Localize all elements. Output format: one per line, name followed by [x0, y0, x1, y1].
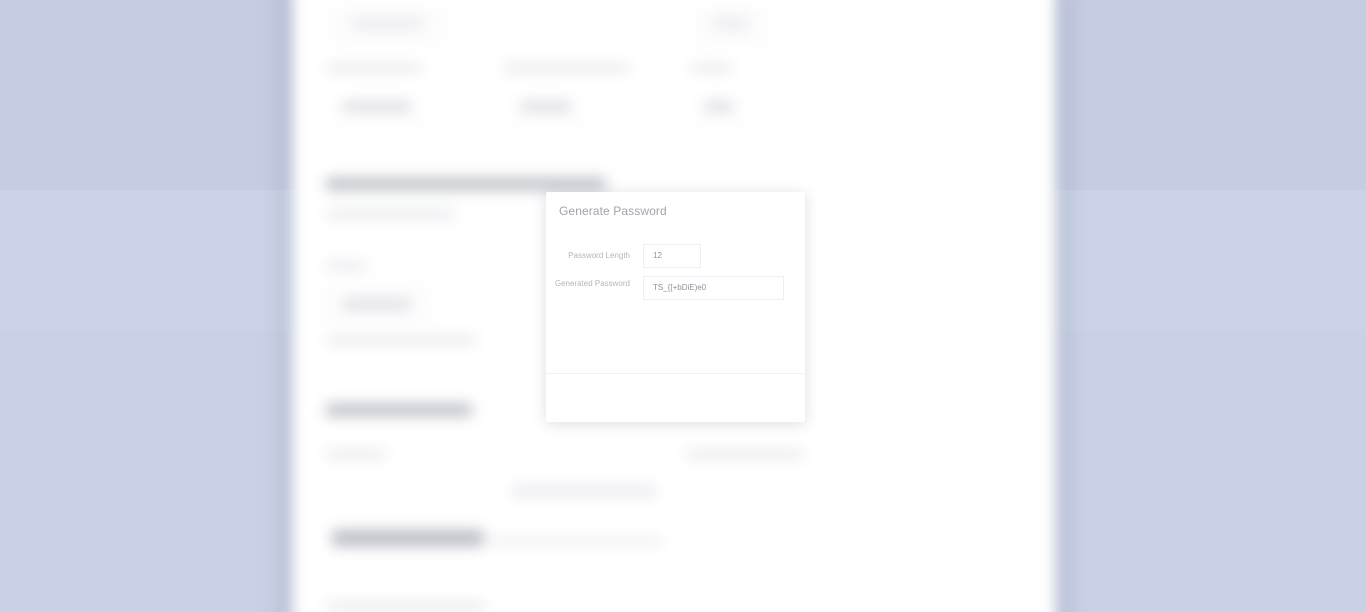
blurred-text — [350, 19, 424, 29]
blurred-text — [326, 64, 422, 72]
generated-password-label: Generated Password — [554, 279, 630, 288]
blurred-text — [492, 538, 662, 544]
generate-password-dialog: Generate Password Password Length 12 Gen… — [546, 192, 805, 422]
blurred-text — [326, 262, 366, 270]
blurred-divider — [332, 124, 1022, 125]
dialog-title: Generate Password — [559, 204, 667, 218]
blurred-button — [332, 530, 484, 546]
blurred-text — [326, 336, 476, 344]
blurred-text — [342, 300, 412, 309]
blurred-text — [326, 602, 486, 610]
blurred-text — [326, 450, 386, 458]
blurred-text — [342, 102, 412, 111]
blurred-text — [690, 64, 732, 72]
password-length-label: Password Length — [568, 251, 630, 260]
password-length-input[interactable]: 12 — [643, 244, 701, 268]
blurred-text — [712, 19, 750, 29]
blurred-text — [704, 102, 734, 111]
blurred-text — [326, 210, 456, 218]
blurred-text — [686, 450, 804, 458]
generated-password-field[interactable]: TS_{[+bDiE)e0 — [643, 276, 784, 300]
blurred-text — [520, 102, 572, 111]
dialog-footer-divider — [546, 373, 805, 374]
blurred-text — [504, 64, 630, 72]
blurred-heading — [326, 178, 606, 190]
blurred-heading — [326, 404, 472, 416]
blurred-text — [512, 486, 656, 496]
